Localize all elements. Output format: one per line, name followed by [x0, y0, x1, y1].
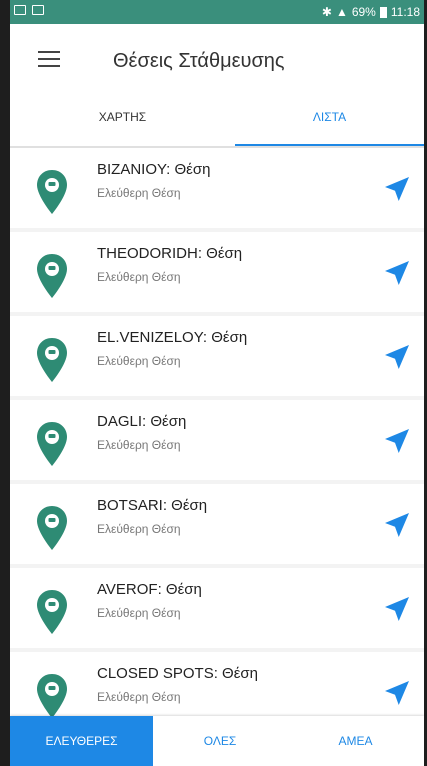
- navigation-arrow-icon[interactable]: [381, 341, 413, 373]
- battery-icon: [379, 6, 387, 18]
- map-pin-icon: [37, 590, 67, 634]
- spot-status: Ελεύθερη Θέση: [97, 438, 181, 452]
- list-item[interactable]: BOTSARI: Θέση Ελεύθερη Θέση: [10, 484, 424, 564]
- bottom-nav: ΕΛΕΥΘΕΡΕΣ ΟΛΕΣ ΑΜΕΑ: [10, 716, 424, 766]
- spot-status: Ελεύθερη Θέση: [97, 606, 181, 620]
- spot-status: Ελεύθερη Θέση: [97, 354, 181, 368]
- spot-status: Ελεύθερη Θέση: [97, 270, 181, 284]
- signal-icon: ▲: [335, 5, 348, 19]
- spot-name: EL.VENIZELOY: Θέση: [97, 329, 248, 346]
- spot-name: BOTSARI: Θέση: [97, 497, 208, 514]
- list-item[interactable]: DAGLI: Θέση Ελεύθερη Θέση: [10, 400, 424, 480]
- filter-amea-button[interactable]: ΑΜΕΑ: [287, 716, 424, 766]
- navigation-arrow-icon[interactable]: [381, 593, 413, 625]
- navigation-arrow-icon[interactable]: [381, 425, 413, 457]
- navigation-arrow-icon[interactable]: [381, 173, 413, 205]
- tab-bar: ΧΑΡΤΗΣ ΛΙΣΤΑ: [10, 104, 424, 146]
- map-pin-icon: [37, 506, 67, 550]
- tab-map[interactable]: ΧΑΡΤΗΣ: [10, 104, 235, 146]
- spot-name: DAGLI: Θέση: [97, 413, 187, 430]
- status-bar: ✱ ▲ 69% 11:18: [10, 0, 424, 24]
- list-item[interactable]: BIZANIOY: Θέση Ελεύθερη Θέση: [10, 148, 424, 228]
- spot-name: CLOSED SPOTS: Θέση: [97, 665, 258, 682]
- filter-free-button[interactable]: ΕΛΕΥΘΕΡΕΣ: [10, 716, 153, 766]
- spot-status: Ελεύθερη Θέση: [97, 690, 181, 704]
- list-item[interactable]: CLOSED SPOTS: Θέση Ελεύθερη Θέση: [10, 652, 424, 716]
- navigation-arrow-icon[interactable]: [381, 677, 413, 709]
- spot-name: BIZANIOY: Θέση: [97, 161, 211, 178]
- hamburger-icon[interactable]: [38, 51, 60, 67]
- battery-level: 69%: [351, 5, 376, 19]
- bluetooth-icon: ✱: [321, 5, 332, 19]
- spot-status: Ελεύθερη Θέση: [97, 186, 181, 200]
- status-time: 11:18: [390, 5, 420, 19]
- map-pin-icon: [37, 674, 67, 716]
- navigation-arrow-icon[interactable]: [381, 509, 413, 541]
- list-item[interactable]: EL.VENIZELOY: Θέση Ελεύθερη Θέση: [10, 316, 424, 396]
- spot-name: AVEROF: Θέση: [97, 581, 202, 598]
- image-notification-icon: [14, 5, 26, 15]
- map-pin-icon: [37, 254, 67, 298]
- spot-status: Ελεύθερη Θέση: [97, 522, 181, 536]
- map-pin-icon: [37, 338, 67, 382]
- map-pin-icon: [37, 170, 67, 214]
- app-bar: Θέσεις Στάθμευσης: [10, 24, 424, 104]
- spot-name: THEODORIDH: Θέση: [97, 245, 243, 262]
- message-notification-icon: [32, 5, 44, 15]
- page-title: Θέσεις Στάθμευσης: [113, 50, 285, 72]
- filter-all-button[interactable]: ΟΛΕΣ: [153, 716, 287, 766]
- map-pin-icon: [37, 422, 67, 466]
- list-item[interactable]: AVEROF: Θέση Ελεύθερη Θέση: [10, 568, 424, 648]
- tab-list[interactable]: ΛΙΣΤΑ: [235, 104, 424, 146]
- app-screen: ✱ ▲ 69% 11:18 Θέσεις Στάθμευσης ΧΑΡΤΗΣ Λ…: [10, 0, 424, 766]
- list-item[interactable]: THEODORIDH: Θέση Ελεύθερη Θέση: [10, 232, 424, 312]
- navigation-arrow-icon[interactable]: [381, 257, 413, 289]
- parking-list: BIZANIOY: Θέση Ελεύθερη Θέση THEODORIDH:…: [10, 148, 424, 716]
